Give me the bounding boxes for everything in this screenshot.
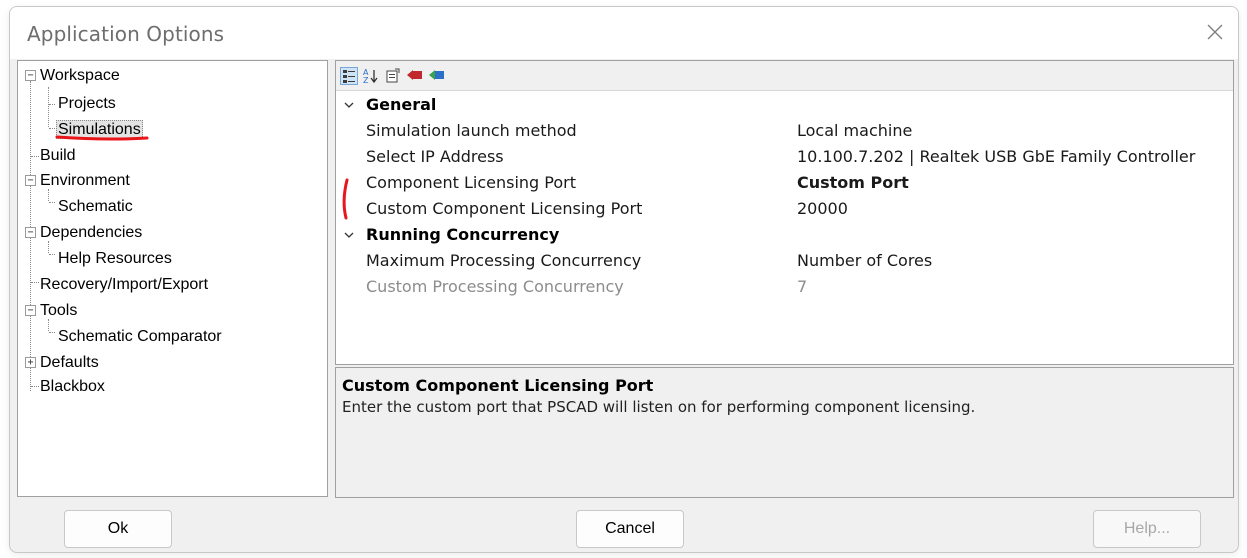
close-button[interactable] — [1198, 16, 1232, 48]
category-label: General — [366, 95, 437, 114]
description-title: Custom Component Licensing Port — [342, 376, 654, 395]
property-value[interactable]: 10.100.7.202 | Realtek USB GbE Family Co… — [797, 144, 1195, 170]
tree-item-dependencies[interactable]: Dependencies — [38, 221, 144, 245]
tree-item-label: Defaults — [40, 354, 99, 371]
tree-item-label: Tools — [40, 302, 78, 319]
property-name: Component Licensing Port — [366, 173, 576, 192]
property-value[interactable]: Local machine — [797, 118, 912, 144]
green-arrow-icon[interactable] — [428, 67, 446, 85]
title-bar: Application Options — [10, 7, 1238, 59]
description-panel: Custom Component Licensing Port Enter th… — [335, 367, 1234, 498]
description-text: Enter the custom port that PSCAD will li… — [342, 398, 976, 416]
environment-expander-icon[interactable]: − — [25, 175, 36, 186]
tree-item-label: Build — [40, 147, 76, 164]
chevron-down-icon[interactable] — [342, 92, 356, 118]
property-name: Simulation launch method — [366, 121, 577, 140]
property-row[interactable]: Maximum Processing Concurrency Number of… — [336, 248, 1233, 274]
property-pages-icon[interactable] — [384, 67, 402, 85]
tree-item-label: Help Resources — [58, 250, 172, 267]
property-value[interactable]: Number of Cores — [797, 248, 932, 274]
tree-item-help-resources[interactable]: Help Resources — [56, 247, 174, 271]
tree-item-environment[interactable]: Environment — [38, 169, 132, 193]
property-row[interactable]: Select IP Address 10.100.7.202 | Realtek… — [336, 144, 1233, 170]
tree-item-label: Projects — [58, 95, 116, 112]
red-arrow-icon[interactable] — [406, 67, 424, 85]
property-row-selected[interactable]: Custom Component Licensing Port 20000 — [336, 196, 1233, 222]
options-tree[interactable]: − Workspace Projects Simulations Build −… — [17, 60, 328, 497]
defaults-expander-icon[interactable]: + — [25, 357, 36, 368]
tree-item-label: Recovery/Import/Export — [40, 276, 209, 293]
property-row: Custom Processing Concurrency 7 — [336, 274, 1233, 300]
close-icon — [1207, 24, 1223, 40]
alphabetical-sort-icon[interactable]: AZ — [362, 67, 380, 85]
dependencies-expander-icon[interactable]: − — [25, 227, 36, 238]
property-row[interactable]: Simulation launch method Local machine — [336, 118, 1233, 144]
tree-item-label: Simulations — [56, 120, 143, 139]
chevron-down-icon[interactable] — [342, 222, 356, 248]
category-general[interactable]: General — [336, 92, 1233, 118]
tree-item-projects[interactable]: Projects — [56, 92, 118, 116]
property-value: 7 — [797, 277, 808, 296]
tree-item-label: Environment — [40, 172, 130, 189]
property-value[interactable]: 20000 — [797, 196, 848, 222]
tree-item-defaults[interactable]: Defaults — [38, 351, 101, 375]
tree-item-build[interactable]: Build — [38, 144, 78, 168]
tree-item-blackbox[interactable]: Blackbox — [38, 375, 107, 399]
property-grid: AZ General Simulation launch method Loca… — [335, 60, 1234, 365]
tree-item-label: Schematic Comparator — [58, 328, 222, 345]
tree-item-label: Schematic — [58, 198, 133, 215]
tree-item-tools[interactable]: Tools — [38, 299, 79, 323]
tree-item-label: Blackbox — [40, 378, 105, 395]
ok-button[interactable]: Ok — [64, 510, 172, 548]
property-name: Custom Component Licensing Port — [366, 199, 643, 218]
tree-item-simulations[interactable]: Simulations — [56, 118, 143, 142]
tree-item-label: Dependencies — [40, 224, 143, 241]
workspace-expander-icon[interactable]: − — [25, 70, 36, 81]
svg-text:Z: Z — [363, 76, 369, 85]
tree-item-schematic-comparator[interactable]: Schematic Comparator — [56, 325, 224, 349]
property-value[interactable]: Custom Port — [797, 170, 909, 196]
property-row[interactable]: Component Licensing Port Custom Port — [336, 170, 1233, 196]
window-title: Application Options — [27, 22, 225, 46]
tree-item-label: Workspace — [40, 67, 120, 84]
application-options-dialog: Application Options − Workspace Projects — [9, 6, 1239, 553]
category-label: Running Concurrency — [366, 225, 560, 244]
tools-expander-icon[interactable]: − — [25, 305, 36, 316]
category-running-concurrency[interactable]: Running Concurrency — [336, 222, 1233, 248]
categorized-icon[interactable] — [340, 67, 358, 85]
property-name: Custom Processing Concurrency — [366, 277, 624, 296]
property-name: Select IP Address — [366, 147, 504, 166]
tree-item-schematic[interactable]: Schematic — [56, 195, 135, 219]
help-button[interactable]: Help... — [1093, 510, 1201, 548]
cancel-button[interactable]: Cancel — [576, 510, 684, 548]
property-name: Maximum Processing Concurrency — [366, 251, 642, 270]
tree-item-workspace[interactable]: Workspace — [38, 64, 122, 88]
property-grid-toolbar: AZ — [336, 61, 1233, 91]
tree-item-recovery-import-export[interactable]: Recovery/Import/Export — [38, 273, 210, 297]
